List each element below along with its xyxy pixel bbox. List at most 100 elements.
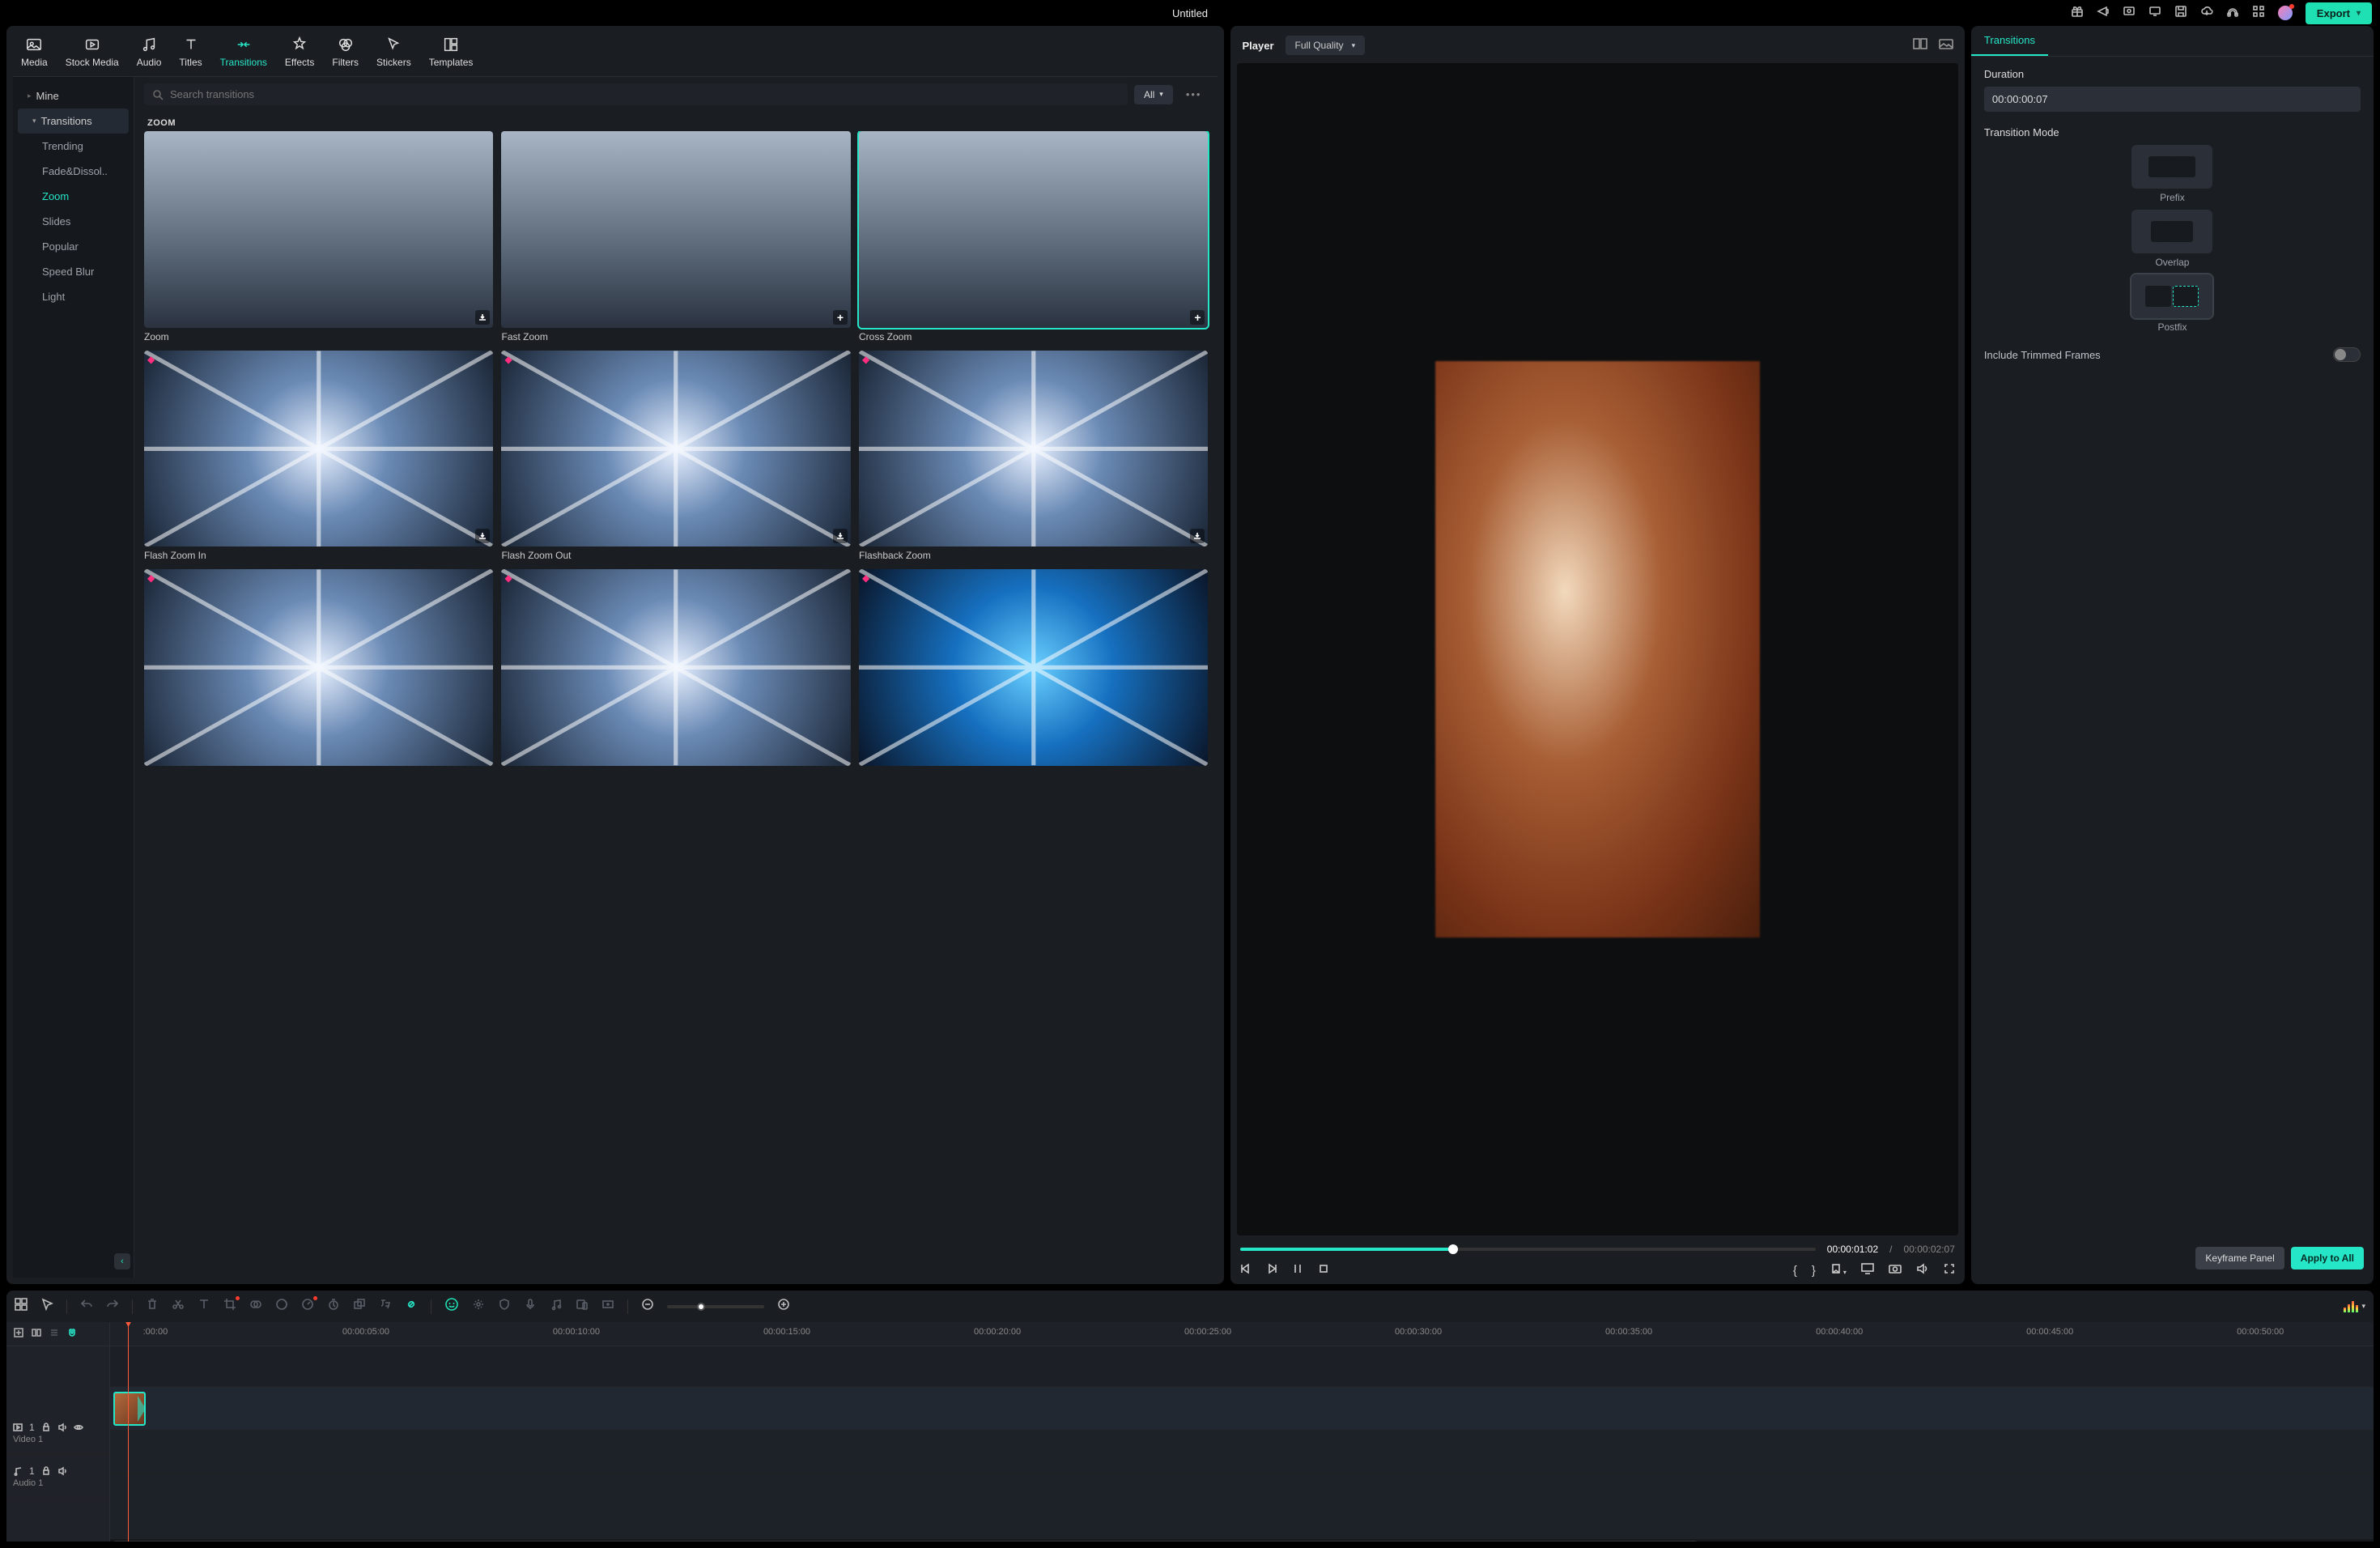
marker-dropdown[interactable]: ▾	[1830, 1263, 1847, 1278]
sidebar-item-slides[interactable]: Slides	[18, 209, 129, 234]
monitor-icon[interactable]	[2148, 5, 2161, 22]
transition-thumb[interactable]: ◆	[859, 351, 1208, 547]
video-track[interactable]	[110, 1387, 2374, 1431]
pause-button[interactable]	[1292, 1263, 1303, 1278]
keyframe-panel-button[interactable]: Keyframe Panel	[2195, 1247, 2284, 1269]
lock-icon[interactable]	[41, 1423, 51, 1432]
mode-prefix[interactable]	[2131, 145, 2212, 189]
download-icon[interactable]	[475, 529, 490, 543]
search-input-wrap[interactable]	[144, 83, 1128, 105]
timeline-ruler[interactable]: :00:0000:00:05:0000:00:10:0000:00:15:000…	[110, 1322, 2374, 1346]
scrubber-track[interactable]	[1240, 1248, 1815, 1251]
zoom-in-button[interactable]	[777, 1298, 790, 1315]
group-button[interactable]	[353, 1298, 366, 1315]
video-track-head[interactable]: 1 Video 1	[6, 1411, 109, 1455]
enhance-button[interactable]	[472, 1298, 485, 1315]
inspector-tab-transitions[interactable]: Transitions	[1971, 26, 2048, 56]
music-button[interactable]	[550, 1298, 563, 1315]
text-tool-button[interactable]	[198, 1298, 210, 1315]
lock-icon[interactable]	[41, 1466, 51, 1476]
transition-thumb[interactable]: +	[501, 131, 851, 328]
transition-thumb[interactable]: ◆	[144, 569, 493, 766]
sidebar-item-speed-blur[interactable]: Speed Blur	[18, 259, 129, 284]
volume-button[interactable]	[1916, 1263, 1929, 1278]
tab-filters[interactable]: Filters	[332, 36, 359, 68]
zoom-out-button[interactable]	[641, 1298, 654, 1315]
more-menu-button[interactable]: •••	[1179, 85, 1209, 104]
download-icon[interactable]	[1190, 529, 1205, 543]
sidebar-item-fade[interactable]: Fade&Dissol..	[18, 159, 129, 184]
add-icon[interactable]: +	[833, 310, 848, 325]
fullscreen-button[interactable]	[1944, 1263, 1955, 1278]
mute-icon[interactable]	[57, 1423, 67, 1432]
tab-titles[interactable]: Titles	[179, 36, 202, 68]
tab-templates[interactable]: Templates	[429, 36, 474, 68]
gift-icon[interactable]	[2071, 5, 2084, 22]
include-trimmed-toggle[interactable]	[2333, 347, 2361, 362]
timeline-canvas[interactable]: :00:0000:00:05:0000:00:10:0000:00:15:000…	[110, 1322, 2374, 1542]
help-icon[interactable]	[2226, 5, 2239, 22]
transition-thumb[interactable]: ◆	[144, 351, 493, 547]
redo-button[interactable]	[106, 1298, 119, 1315]
timeline-scrollbar[interactable]	[110, 1539, 2374, 1542]
transition-thumb[interactable]: ◆	[501, 351, 851, 547]
apps-icon[interactable]	[2252, 5, 2265, 22]
transition-card[interactable]: ◆	[144, 569, 493, 766]
video-clip[interactable]	[113, 1392, 146, 1426]
sidebar-item-light[interactable]: Light	[18, 284, 129, 309]
export-button[interactable]: Export ▾	[2306, 2, 2372, 24]
mic-button[interactable]	[524, 1298, 537, 1315]
add-track-button[interactable]	[13, 1327, 24, 1341]
transition-card[interactable]: ◆	[501, 569, 851, 766]
sidebar-item-popular[interactable]: Popular	[18, 234, 129, 259]
next-frame-button[interactable]	[1266, 1263, 1277, 1278]
audio-mixer-button[interactable]: ▾	[2344, 1301, 2365, 1312]
mode-postfix[interactable]	[2131, 274, 2212, 318]
transition-thumb[interactable]: +	[859, 131, 1208, 328]
select-tool-button[interactable]	[40, 1298, 53, 1315]
transition-card[interactable]: ◆	[859, 569, 1208, 766]
preview-canvas[interactable]	[1237, 63, 1957, 1235]
compare-view-icon[interactable]	[1913, 38, 1927, 53]
split-button[interactable]	[172, 1298, 185, 1315]
tab-effects[interactable]: Effects	[285, 36, 314, 68]
sidebar-mine[interactable]: ▸Mine	[13, 83, 134, 108]
mark-in-button[interactable]: {	[1793, 1264, 1797, 1278]
transition-card[interactable]: +Cross Zoom	[859, 131, 1208, 342]
apply-to-all-button[interactable]: Apply to All	[2291, 1247, 2364, 1269]
sidebar-transitions[interactable]: ▾Transitions	[18, 108, 129, 134]
playhead[interactable]	[128, 1322, 129, 1542]
mark-out-button[interactable]: }	[1812, 1264, 1816, 1278]
tab-transitions[interactable]: Transitions	[220, 36, 267, 68]
shield-button[interactable]	[498, 1298, 511, 1315]
save-icon[interactable]	[2174, 5, 2187, 22]
snapshot-icon[interactable]	[1939, 38, 1953, 53]
tab-audio[interactable]: Audio	[137, 36, 162, 68]
frame-button[interactable]	[601, 1298, 614, 1315]
transition-thumb[interactable]: ◆	[501, 569, 851, 766]
timeline-layout-button[interactable]	[15, 1298, 28, 1315]
link-button[interactable]	[405, 1298, 418, 1315]
collapse-sidebar-button[interactable]: ‹	[114, 1253, 130, 1269]
eye-icon[interactable]	[74, 1423, 83, 1432]
transition-card[interactable]: Zoom	[144, 131, 493, 342]
transition-card[interactable]: +Fast Zoom	[501, 131, 851, 342]
mask-button[interactable]	[249, 1298, 262, 1315]
camera-button[interactable]	[1889, 1263, 1902, 1278]
sidebar-item-trending[interactable]: Trending	[18, 134, 129, 159]
filter-all-dropdown[interactable]: All▾	[1134, 85, 1173, 104]
tab-stock-media[interactable]: Stock Media	[66, 36, 119, 68]
record-screen-icon[interactable]	[2123, 5, 2136, 22]
audio-track-head[interactable]: 1 Audio 1	[6, 1455, 109, 1499]
display-button[interactable]	[1861, 1263, 1874, 1278]
download-icon[interactable]	[833, 529, 848, 543]
translate-button[interactable]	[379, 1298, 392, 1315]
duration-input[interactable]: 00:00:00:07	[1984, 87, 2361, 112]
quality-dropdown[interactable]: Full Quality▾	[1286, 36, 1366, 55]
prev-frame-button[interactable]	[1240, 1263, 1252, 1278]
add-icon[interactable]: +	[1190, 310, 1205, 325]
search-input[interactable]	[170, 88, 1120, 100]
delete-button[interactable]	[146, 1298, 159, 1315]
transition-thumb[interactable]	[144, 131, 493, 328]
stop-button[interactable]	[1318, 1263, 1329, 1278]
